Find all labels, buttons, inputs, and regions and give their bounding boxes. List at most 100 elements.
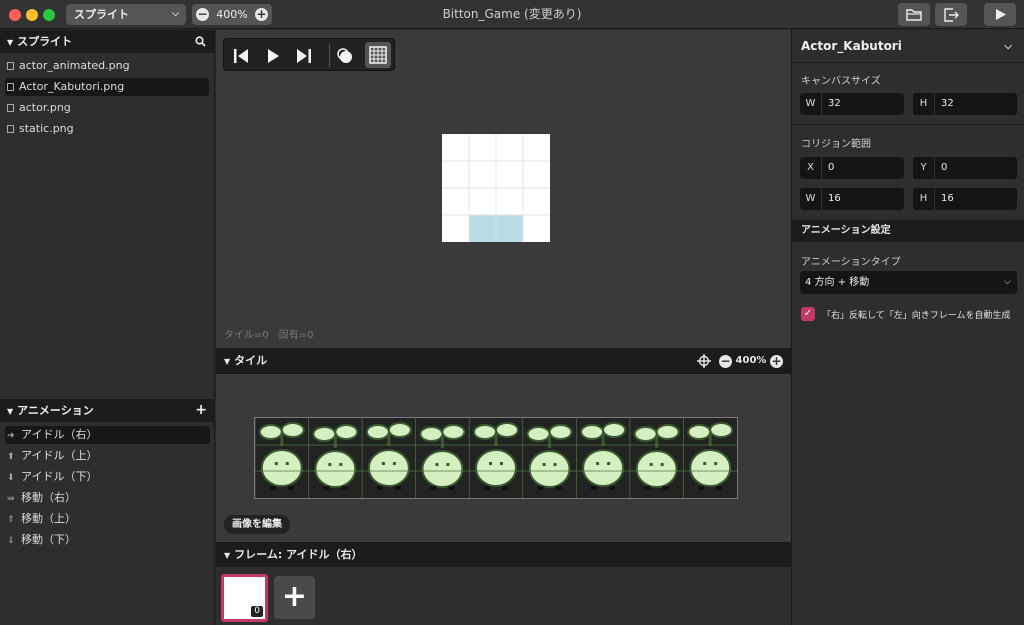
collision-y-field[interactable]: Y0 bbox=[913, 157, 1017, 179]
sprite-frame-tile bbox=[687, 422, 734, 490]
collapse-triangle-icon: ▼ bbox=[224, 357, 231, 366]
animation-item-idle-down[interactable]: ⬇ アイドル（下） bbox=[5, 468, 210, 486]
collapse-triangle-icon: ▼ bbox=[224, 551, 231, 560]
canvas-area[interactable]: タイル=0 固有=0 bbox=[216, 30, 791, 348]
onion-skin-toggle[interactable] bbox=[336, 47, 354, 65]
sprite-item-actor-animated[interactable]: actor_animated.png bbox=[5, 57, 209, 75]
animation-item-move-up[interactable]: ⇑ 移動（上） bbox=[5, 510, 210, 528]
sprite-frame-tile bbox=[526, 424, 573, 490]
auto-flip-label: 「右」反転して「左」向きフレームを自動生成 bbox=[822, 311, 1011, 321]
skip-back-icon bbox=[234, 49, 248, 63]
sprites-panel-header[interactable]: ▼ スプライト bbox=[0, 30, 214, 53]
animation-item-label: アイドル（下） bbox=[21, 470, 98, 483]
sprite-canvas[interactable] bbox=[442, 134, 550, 242]
sprite-frame-tile bbox=[258, 422, 305, 490]
chevron-down-icon: ⌵ bbox=[1004, 277, 1011, 287]
previous-frame-button[interactable] bbox=[232, 47, 250, 65]
field-value: 16 bbox=[941, 193, 954, 204]
animation-item-move-down[interactable]: ⇓ 移動（下） bbox=[5, 531, 210, 549]
next-frame-button[interactable] bbox=[295, 47, 313, 65]
auto-flip-checkbox[interactable]: ✓ bbox=[801, 307, 815, 321]
window-title: Bitton_Game (変更あり) bbox=[442, 7, 582, 21]
tiles-panel-header[interactable]: ▼ タイル − 400% + bbox=[216, 348, 791, 374]
animations-panel-header[interactable]: ▼ アニメーション + bbox=[0, 399, 215, 422]
crosshair-icon[interactable] bbox=[697, 354, 711, 368]
inspector-title[interactable]: Actor_Kabutori ⌵ bbox=[792, 30, 1024, 63]
sprite-item-static[interactable]: static.png bbox=[5, 120, 209, 138]
sprite-item-actor[interactable]: actor.png bbox=[5, 99, 209, 117]
search-icon[interactable] bbox=[195, 30, 206, 55]
export-button[interactable] bbox=[935, 3, 967, 26]
folder-icon bbox=[906, 9, 922, 21]
image-file-icon bbox=[7, 104, 14, 112]
run-button[interactable] bbox=[984, 3, 1016, 26]
frame-thumbnail[interactable]: 0 bbox=[221, 574, 268, 622]
sprite-frame-tile bbox=[633, 424, 680, 490]
animation-settings-header: アニメーション設定 bbox=[792, 220, 1024, 242]
animation-type-select[interactable]: 4 方向 + 移動 ⌵ bbox=[800, 271, 1017, 294]
field-label: H bbox=[913, 188, 935, 210]
sprite-item-label: static.png bbox=[19, 122, 74, 135]
field-label: W bbox=[800, 188, 822, 210]
sprite-frame-tile bbox=[473, 422, 519, 490]
animations-section: ▼ アニメーション + ➜ アイドル（右） ⬆ アイドル（上） ⬇ アイドル（下） ⇛ 移… bbox=[0, 399, 215, 556]
divider bbox=[792, 124, 1024, 125]
collision-w-field[interactable]: W 16 bbox=[800, 188, 904, 210]
open-folder-button[interactable] bbox=[898, 3, 930, 26]
field-value: 0 bbox=[941, 162, 948, 173]
collision-h-field[interactable]: H 16 bbox=[913, 188, 1017, 210]
sprite-frame-tile bbox=[419, 424, 466, 490]
frame-strip: 0 + bbox=[216, 567, 791, 625]
edit-image-button[interactable]: 画像を編集 bbox=[224, 515, 290, 534]
image-file-icon bbox=[7, 83, 14, 91]
animation-item-idle-up[interactable]: ⬆ アイドル（上） bbox=[5, 447, 210, 465]
play-button[interactable] bbox=[264, 47, 282, 65]
canvas-width-field[interactable]: W 32 bbox=[800, 93, 904, 115]
inspector-panel: Actor_Kabutori ⌵ キャンバスサイズ W 32 H 32 コリジョン範… bbox=[791, 30, 1024, 625]
grid-toggle[interactable] bbox=[365, 42, 391, 68]
animation-item-idle-right[interactable]: ➜ アイドル（右） bbox=[5, 426, 210, 444]
tile-zoom-in-button[interactable]: + bbox=[770, 355, 783, 368]
onion-skin-icon bbox=[337, 48, 352, 63]
field-label: Y bbox=[913, 157, 935, 179]
field-label: H bbox=[913, 93, 935, 115]
add-frame-button[interactable]: + bbox=[274, 576, 315, 619]
sprites-panel-title: スプライト bbox=[17, 35, 73, 48]
field-label: W bbox=[800, 93, 822, 115]
sprite-item-actor-kabutori[interactable]: Actor_Kabutori.png bbox=[5, 78, 209, 96]
toolbar-divider bbox=[329, 44, 330, 67]
canvas-tile-info: タイル=0 固有=0 bbox=[224, 330, 314, 341]
animations-panel-title: アニメーション bbox=[17, 404, 94, 417]
tilesheet-image bbox=[254, 418, 737, 498]
sprite-frame-tile bbox=[312, 424, 359, 490]
add-animation-icon[interactable]: + bbox=[195, 399, 207, 422]
canvas-grid bbox=[442, 134, 550, 242]
animation-item-label: アイドル（右） bbox=[21, 428, 98, 441]
playback-toolbar bbox=[223, 38, 395, 71]
sprite-frame-tile bbox=[365, 422, 412, 490]
collapse-triangle-icon: ▼ bbox=[7, 38, 14, 47]
animation-item-move-right[interactable]: ⇛ 移動（右） bbox=[5, 489, 210, 507]
frames-panel-header[interactable]: ▼ フレーム: アイドル（右） bbox=[216, 542, 791, 567]
export-icon bbox=[944, 8, 959, 22]
frame-number-badge: 0 bbox=[251, 606, 263, 617]
play-icon bbox=[996, 9, 1006, 20]
editor-area: タイル=0 固有=0 ▼ タイル − 400% + 画像を編集 ▼ フレーム: アイ… bbox=[216, 30, 791, 625]
tile-zoom-out-button[interactable]: − bbox=[719, 355, 732, 368]
field-value: 32 bbox=[941, 98, 954, 109]
canvas-size-label: キャンバスサイズ bbox=[801, 76, 881, 87]
sprite-item-label: actor.png bbox=[19, 101, 71, 114]
canvas-height-field[interactable]: H 32 bbox=[913, 93, 1017, 115]
animation-type-label: アニメーションタイプ bbox=[801, 257, 901, 268]
sprite-frame-tile bbox=[580, 422, 627, 490]
chevron-down-icon: ⌵ bbox=[1004, 41, 1012, 52]
animation-item-label: 移動（右） bbox=[21, 491, 76, 504]
double-arrow-up-icon: ⇑ bbox=[7, 515, 15, 525]
image-file-icon bbox=[7, 125, 14, 133]
sprite-list: actor_animated.png Actor_Kabutori.png ac… bbox=[0, 53, 214, 145]
field-value: 32 bbox=[828, 98, 841, 109]
collision-x-field[interactable]: X0 bbox=[800, 157, 904, 179]
inspector-title-text: Actor_Kabutori bbox=[801, 39, 902, 53]
double-arrow-right-icon: ⇛ bbox=[7, 494, 15, 504]
tilesheet[interactable] bbox=[254, 417, 738, 499]
